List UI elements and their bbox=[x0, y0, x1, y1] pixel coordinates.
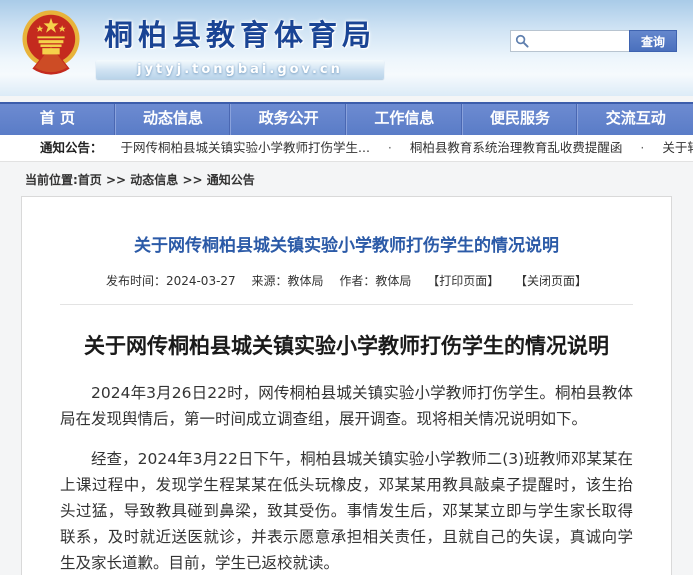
print-page-link[interactable]: 【打印页面】 bbox=[427, 274, 499, 288]
main-nav: 首 页 动态信息 政务公开 工作信息 便民服务 交流互动 bbox=[0, 102, 693, 135]
article-paragraph: 经查，2024年3月22日下午，桐柏县城关镇实验小学教师二(3)班教师邓某某在上… bbox=[60, 446, 633, 575]
article-panel: 关于网传桐柏县城关镇实验小学教师打伤学生的情况说明 发布时间：2024-03-2… bbox=[21, 196, 672, 575]
ticker-item[interactable]: 于网传桐柏县城关镇实验小学教师打伤学生... bbox=[121, 140, 370, 155]
article-body-heading: 关于网传桐柏县城关镇实验小学教师打伤学生的情况说明 bbox=[60, 330, 633, 360]
search-bar: 查询 bbox=[510, 30, 677, 52]
site-brand: 桐柏县教育体育局 jytyj.tongbai.gov.cn bbox=[90, 12, 390, 79]
search-input[interactable] bbox=[510, 30, 629, 52]
article-source: 来源：教体局 bbox=[252, 274, 324, 288]
article-paragraph: 2024年3月26日22时，网传桐柏县城关镇实验小学教师打伤学生。桐柏县教体局在… bbox=[60, 380, 633, 432]
site-url: jytyj.tongbai.gov.cn bbox=[96, 60, 384, 79]
national-emblem-logo bbox=[20, 6, 82, 78]
nav-item-public-service[interactable]: 便民服务 bbox=[462, 104, 578, 135]
nav-item-gov-affairs[interactable]: 政务公开 bbox=[230, 104, 346, 135]
ticker-item[interactable]: 桐柏县教育系统治理教育乱收费提醒函 bbox=[410, 140, 623, 155]
notice-ticker: 通知公告： 于网传桐柏县城关镇实验小学教师打伤学生... · 桐柏县教育系统治理… bbox=[0, 135, 693, 162]
breadcrumb: 当前位置:首页 >> 动态信息 >> 通知公告 bbox=[0, 162, 693, 196]
nav-item-dynamic-info[interactable]: 动态信息 bbox=[115, 104, 231, 135]
nav-item-work-info[interactable]: 工作信息 bbox=[346, 104, 462, 135]
search-button[interactable]: 查询 bbox=[629, 30, 677, 52]
ticker-item[interactable]: 关于转发《市信用办关于开展南阳市第二批信... bbox=[662, 140, 693, 155]
site-title: 桐柏县教育体育局 bbox=[90, 12, 390, 54]
close-page-link[interactable]: 【关闭页面】 bbox=[515, 274, 587, 288]
ticker-label: 通知公告： bbox=[40, 140, 103, 155]
article-body: 2024年3月26日22时，网传桐柏县城关镇实验小学教师打伤学生。桐柏县教体局在… bbox=[60, 380, 633, 575]
meta-divider bbox=[60, 304, 633, 305]
site-header: 桐柏县教育体育局 jytyj.tongbai.gov.cn 查询 bbox=[0, 0, 693, 96]
publish-time: 发布时间：2024-03-27 bbox=[106, 274, 236, 288]
article-author: 作者：教体局 bbox=[339, 274, 411, 288]
ticker-separator: · bbox=[640, 140, 644, 155]
article-title: 关于网传桐柏县城关镇实验小学教师打伤学生的情况说明 bbox=[60, 231, 633, 256]
nav-item-interaction[interactable]: 交流互动 bbox=[577, 104, 693, 135]
nav-item-home[interactable]: 首 页 bbox=[0, 104, 115, 135]
ticker-separator: · bbox=[388, 140, 392, 155]
article-meta: 发布时间：2024-03-27 来源：教体局 作者：教体局 【打印页面】 【关闭… bbox=[60, 272, 633, 289]
